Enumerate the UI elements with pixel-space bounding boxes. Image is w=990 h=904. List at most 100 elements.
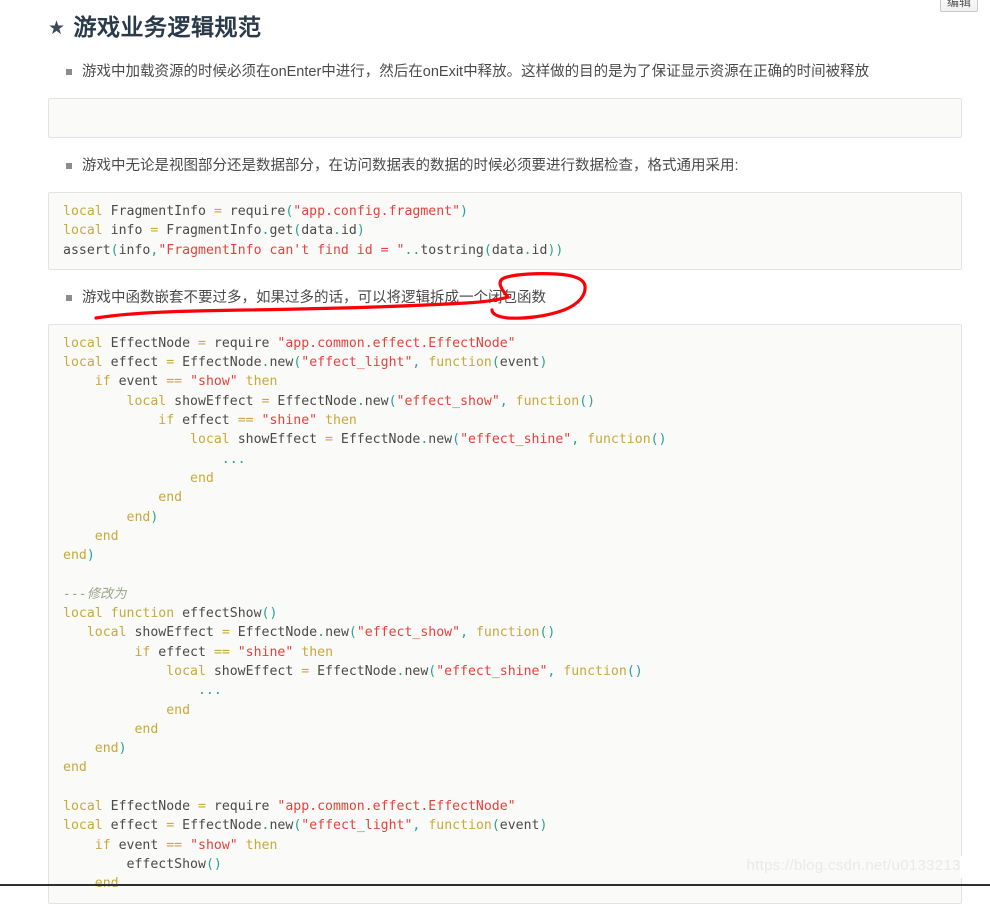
code-token: = xyxy=(325,432,333,448)
code-token: ( xyxy=(348,625,357,641)
code-token: ... xyxy=(197,683,222,699)
code-token: "FragmentInfo can't find id = " xyxy=(158,242,405,258)
code-token: new xyxy=(404,663,429,679)
code-token: local xyxy=(63,204,103,219)
code-token: "app.common.effect.EffectNode" xyxy=(277,335,516,351)
code-token: = xyxy=(221,625,230,641)
code-token: local xyxy=(126,393,167,409)
code-token: () xyxy=(261,606,278,622)
code-token: data xyxy=(301,223,334,239)
code-token: "effect_light" xyxy=(301,355,413,371)
code-token: = xyxy=(301,663,310,679)
code-token: local xyxy=(63,799,103,815)
code-token: event xyxy=(110,374,167,390)
code-token: () xyxy=(626,663,643,679)
code-token: "app.config.fragment" xyxy=(293,204,461,219)
code-token: require xyxy=(205,335,278,351)
code-token: tostring xyxy=(420,242,484,258)
rules-list: 游戏中加载资源的时候必须在onEnter中进行，然后在onExit中释放。这样做… xyxy=(48,60,962,84)
code-token: , xyxy=(499,393,508,409)
code-token: end xyxy=(94,741,119,757)
rules-list-2: 游戏中无论是视图部分还是数据部分，在访问数据表的数据的时候必须要进行数据检查，格… xyxy=(48,154,962,178)
list-item: 游戏中加载资源的时候必须在onEnter中进行，然后在onExit中释放。这样做… xyxy=(48,60,962,84)
code-token: if xyxy=(158,413,175,429)
code-token: then xyxy=(237,374,278,390)
code-token: "app.common.effect.EffectNode" xyxy=(277,799,516,815)
code-token: == xyxy=(166,374,183,390)
code-token: ( xyxy=(491,818,500,834)
code-token: () xyxy=(650,432,667,448)
code-token: local xyxy=(166,663,206,679)
code-token: effectShow xyxy=(174,606,262,622)
code-block-empty[interactable] xyxy=(48,98,962,138)
code-token: local xyxy=(63,355,103,371)
code-block-nested-refactor[interactable]: local EffectNode = require "app.common.e… xyxy=(48,323,962,904)
code-token: FragmentInfo xyxy=(158,223,262,239)
list-item: 游戏中无论是视图部分还是数据部分，在访问数据表的数据的时候必须要进行数据检查，格… xyxy=(48,154,962,178)
code-token: EffectNode xyxy=(102,335,198,351)
code-token: "shine" xyxy=(237,644,294,660)
square-bullet-icon xyxy=(66,163,72,169)
code-token: == xyxy=(166,837,183,853)
code-token: id xyxy=(531,242,548,258)
code-token: get xyxy=(269,223,294,239)
code-token: == xyxy=(237,413,254,429)
code-token: ( xyxy=(491,355,500,371)
square-bullet-icon xyxy=(66,69,72,75)
code-token: function xyxy=(468,625,540,641)
code-token: = xyxy=(166,355,175,371)
code-token: event xyxy=(499,355,540,371)
code-token: local xyxy=(63,335,103,351)
code-token: ... xyxy=(221,451,246,467)
code-token: effect xyxy=(102,818,167,834)
code-token: = xyxy=(197,335,206,351)
code-token: end xyxy=(63,548,87,564)
code-token: )) xyxy=(547,242,564,258)
code-block-data-check[interactable]: local FragmentInfo = require ( "app.config… xyxy=(48,192,962,270)
code-token: = xyxy=(213,204,222,219)
code-token: . xyxy=(523,242,532,258)
code-token: ) xyxy=(356,223,365,239)
code-token: function xyxy=(420,355,492,371)
code-token: . xyxy=(317,625,326,641)
code-token: local xyxy=(63,606,103,622)
code-token: , xyxy=(460,625,469,641)
code-token: then xyxy=(237,837,278,853)
code-token: () xyxy=(579,393,596,409)
code-token: end xyxy=(63,760,87,776)
edit-button[interactable]: 编辑 xyxy=(940,0,978,12)
watermark: https://blog.csdn.net/u013321328 xyxy=(746,857,978,874)
code-token: require xyxy=(205,799,278,815)
rules-list-3: 游戏中函数嵌套不要过多，如果过多的话，可以将逻辑拆成一个闭包函数 xyxy=(48,271,962,320)
code-token: EffectNode xyxy=(309,663,397,679)
code-token: == xyxy=(213,644,230,660)
code-token: "show" xyxy=(190,837,238,853)
code-token: require xyxy=(221,204,286,219)
code-token: function xyxy=(420,818,492,834)
code-token: id xyxy=(340,223,357,239)
code-token: new xyxy=(364,393,389,409)
code-token: local xyxy=(190,432,230,448)
code-token: info xyxy=(102,223,151,239)
square-bullet-icon xyxy=(66,294,72,301)
code-token: showEffect xyxy=(205,663,302,679)
code-token: = xyxy=(197,799,206,815)
code-token: "effect_shine" xyxy=(460,432,572,448)
code-token: "show" xyxy=(190,374,238,390)
code-token: EffectNode xyxy=(174,355,262,371)
code-token: ( xyxy=(110,242,119,258)
code-token: event xyxy=(110,837,167,853)
code-token: "effect_show" xyxy=(396,393,500,409)
code-token: "shine" xyxy=(261,413,318,429)
list-item-label: 游戏中无论是视图部分还是数据部分，在访问数据表的数据的时候必须要进行数据检查，格… xyxy=(82,158,739,174)
code-token: function xyxy=(555,663,627,679)
